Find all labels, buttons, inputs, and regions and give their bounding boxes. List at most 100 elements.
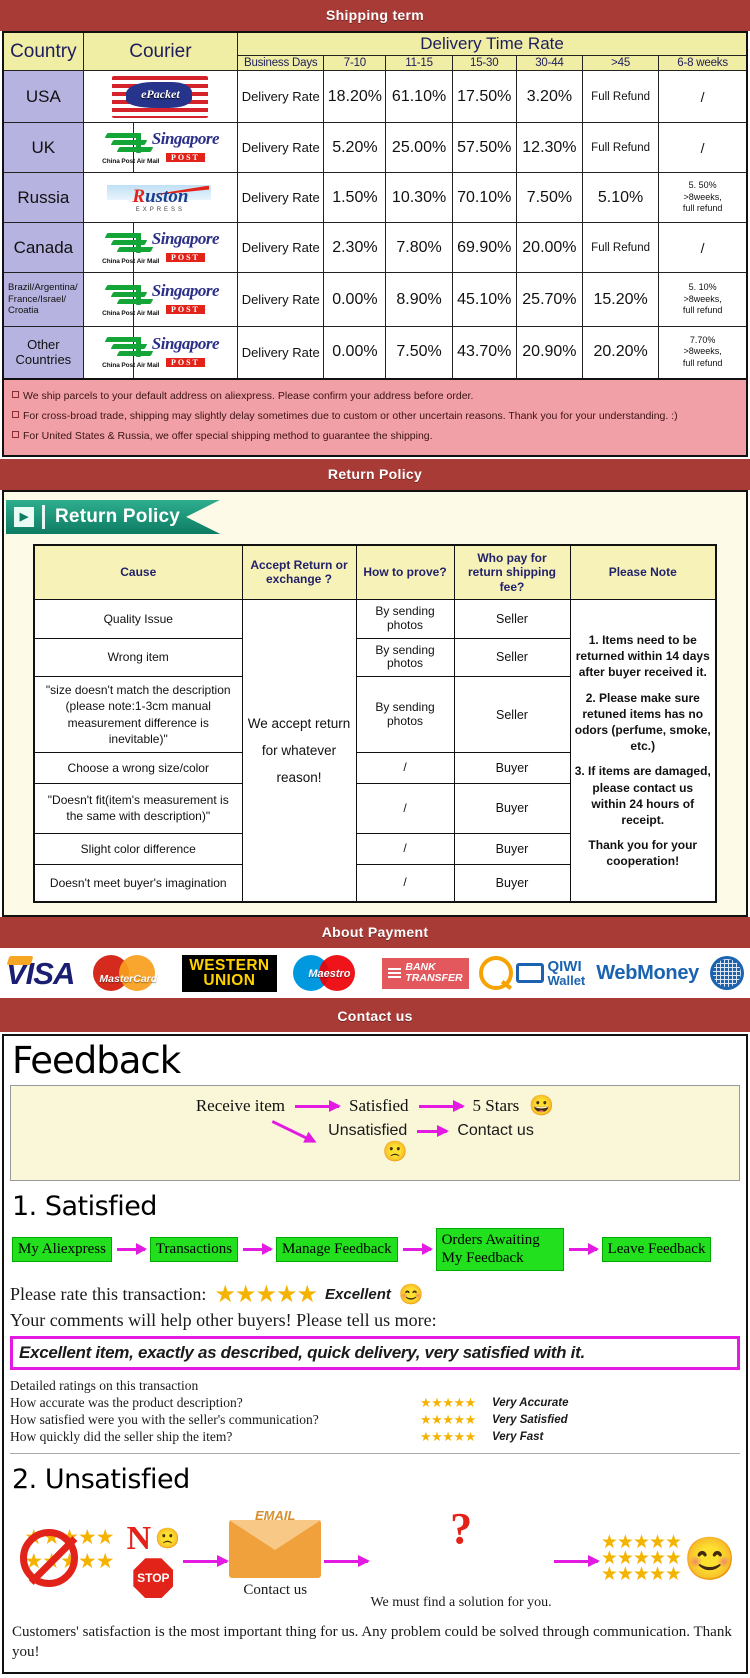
usa-rate-11-15: 61.10% bbox=[385, 70, 453, 123]
star-rating-icon[interactable]: ★★★★★ bbox=[420, 1395, 492, 1411]
rate-word: Excellent bbox=[325, 1286, 391, 1304]
tag-divider bbox=[42, 504, 45, 529]
row-rate-label: Delivery Rate bbox=[237, 122, 325, 173]
visa-logo: VISA bbox=[6, 955, 75, 991]
solution-caption: We must find a solution for you. bbox=[370, 1594, 552, 1610]
table-row: Quality Issue We accept return for whate… bbox=[33, 599, 717, 903]
letter-n-icon: N bbox=[126, 1520, 152, 1558]
uk-rate-over-45: Full Refund bbox=[581, 122, 660, 173]
return-policy-banner: Return Policy bbox=[0, 458, 750, 490]
row-country-russia: Russia bbox=[2, 172, 84, 223]
header-cause: Cause bbox=[33, 544, 243, 601]
uk-rate-6-8-weeks: / bbox=[658, 122, 748, 173]
arrow-square-icon: ▶ bbox=[14, 506, 34, 527]
step-orders-awaiting-my-feedback[interactable]: Orders Awaiting My Feedback bbox=[435, 1228, 564, 1271]
star-rating-icon: ★★★★★ bbox=[600, 1564, 682, 1586]
prohibition-icon bbox=[20, 1529, 78, 1588]
payment-method: WESTERN UNION bbox=[182, 954, 277, 993]
header-who-pays: Who pay for return shipping fee? bbox=[453, 544, 571, 601]
detail-value: Very Accurate bbox=[492, 1396, 569, 1409]
arrow-cell bbox=[182, 1550, 229, 1568]
note-item: 1. Items need to be returned within 14 d… bbox=[575, 633, 710, 680]
other-rate-11-15: 7.50% bbox=[385, 326, 453, 379]
table-row: UK China Post Air Mail Singapore POST Del… bbox=[2, 122, 748, 173]
table-row: USA ePacket Delivery Rate 18.20% 61.10% … bbox=[2, 70, 748, 123]
courier-logo-cell: China Post Air Mail bbox=[82, 326, 159, 379]
arrow-right-icon bbox=[323, 1555, 370, 1568]
russia-rate-11-15: 10.30% bbox=[385, 172, 453, 223]
step-transactions[interactable]: Transactions bbox=[149, 1236, 239, 1263]
other-rate-30-44: 20.90% bbox=[515, 326, 583, 379]
flow-row-satisfied: Receive item Satisfied 5 Stars 😀 bbox=[11, 1096, 739, 1116]
usa-rate-over-45: Full Refund bbox=[581, 70, 660, 123]
prove-size-mismatch: By sending photos bbox=[355, 676, 455, 753]
who-pays-wrong-item: Seller bbox=[453, 637, 571, 678]
header-days-over-45: >45 bbox=[581, 55, 660, 71]
other-rate-6-8-weeks: 7.70% >8weeks, full refund bbox=[658, 326, 748, 379]
detail-value: Very Satisfied bbox=[492, 1413, 568, 1426]
flow-five-stars: 5 Stars bbox=[472, 1096, 520, 1116]
star-rating-icon[interactable]: ★★★★★ bbox=[420, 1412, 492, 1428]
payment-method bbox=[709, 954, 744, 992]
feedback-flow-diagram: Receive item Satisfied 5 Stars 😀 Unsatis… bbox=[10, 1085, 740, 1182]
brazil-rate-7-10: 0.00% bbox=[323, 272, 387, 327]
who-pays-wrong-size-color: Buyer bbox=[453, 751, 571, 784]
header-accept-return: Accept Return or exchange ? bbox=[241, 544, 357, 601]
happy-face-icon: 😀 bbox=[529, 1095, 555, 1118]
step-manage-feedback[interactable]: Manage Feedback bbox=[276, 1236, 398, 1263]
star-rating-icon[interactable]: ★★★★★ bbox=[214, 1282, 318, 1307]
row-rate-label: Delivery Rate bbox=[237, 326, 325, 379]
courier-logo-cell: ePacket bbox=[82, 70, 239, 123]
usa-rate-6-8-weeks: / bbox=[658, 70, 748, 123]
other-rate-15-30: 43.70% bbox=[451, 326, 517, 379]
who-pays-quality-issue: Seller bbox=[453, 599, 571, 639]
uk-rate-15-30: 57.50% bbox=[451, 122, 517, 173]
epacket-logo: ePacket bbox=[112, 75, 209, 118]
western-union-logo: WESTERN UNION bbox=[182, 954, 277, 993]
sad-face-icon: 🙁 bbox=[155, 1528, 181, 1551]
person-icon bbox=[448, 1551, 474, 1591]
flow-row-unsatisfied: Unsatisfied Contact us bbox=[11, 1119, 739, 1143]
arrow-right-icon bbox=[417, 1124, 450, 1137]
header-business-days: Business Days bbox=[237, 55, 325, 71]
payment-method: Maestro bbox=[287, 954, 371, 992]
return-policy-header-row: Cause Accept Return or exchange ? How to… bbox=[33, 544, 717, 601]
comment-text-box[interactable]: Excellent item, exactly as described, qu… bbox=[10, 1335, 740, 1370]
qiwi-wallet-logo: QIWI Wallet bbox=[479, 956, 585, 991]
payment-method: WebMoney bbox=[596, 954, 699, 992]
who-pays-imagination: Buyer bbox=[453, 863, 571, 903]
wallet-icon bbox=[516, 963, 545, 984]
rate-transaction-label: Please rate this transaction: bbox=[10, 1284, 207, 1305]
header-days-30-44: 30-44 bbox=[515, 55, 583, 71]
note-item: 3. If items are damaged, please contact … bbox=[574, 764, 711, 827]
note-item: Thank you for your cooperation! bbox=[588, 838, 698, 869]
arrow-cell bbox=[323, 1550, 370, 1568]
brazil-rate-15-30: 45.10% bbox=[451, 272, 517, 327]
header-please-note: Please Note bbox=[569, 544, 717, 601]
feedback-title: Feedback bbox=[12, 1039, 181, 1083]
unsatisfied-flow: ★★★★★ ★★★★★ N 🙁 STOP EMAIL Contact us ? … bbox=[10, 1501, 740, 1612]
rate-transaction-row: Please rate this transaction: ★★★★★ Exce… bbox=[10, 1282, 740, 1307]
bank-transfer-logo: BANK TRANSFER bbox=[382, 957, 469, 990]
step-my-aliexpress[interactable]: My Aliexpress bbox=[12, 1236, 112, 1263]
russia-rate-over-45: 5.10% bbox=[581, 172, 660, 223]
detailed-ratings-heading: Detailed ratings on this transaction bbox=[10, 1377, 199, 1393]
header-days-7-10: 7-10 bbox=[323, 55, 387, 71]
cause-wrong-item: Wrong item bbox=[33, 637, 243, 678]
cause-doesnt-fit: "Doesn't fit(item's measurement is the s… bbox=[33, 782, 243, 834]
step-leave-feedback[interactable]: Leave Feedback bbox=[601, 1236, 712, 1263]
arrow-right-icon bbox=[182, 1555, 229, 1568]
cause-wrong-size-color: Choose a wrong size/color bbox=[33, 751, 243, 784]
smiley-face-icon: 😊 bbox=[683, 1535, 736, 1583]
flow-contact-us: Contact us bbox=[457, 1122, 534, 1140]
star-rating-icon[interactable]: ★★★★★ bbox=[420, 1429, 492, 1445]
stars-result-graphic: ★★★★★ ★★★★★ ★★★★★ bbox=[600, 1533, 682, 1586]
table-row: Other Countries China Post Air Mail Sing… bbox=[2, 326, 748, 379]
flow-satisfied: Satisfied bbox=[349, 1096, 409, 1116]
accept-return-text: We accept return for whatever reason! bbox=[241, 599, 357, 903]
sad-face-icon: 🙁 bbox=[382, 1141, 408, 1164]
brazil-rate-30-44: 25.70% bbox=[515, 272, 583, 327]
comments-lead-text: Your comments will help other buyers! Pl… bbox=[10, 1309, 437, 1330]
detail-question: How accurate was the product description… bbox=[10, 1394, 243, 1410]
russia-rate-30-44: 7.50% bbox=[515, 172, 583, 223]
